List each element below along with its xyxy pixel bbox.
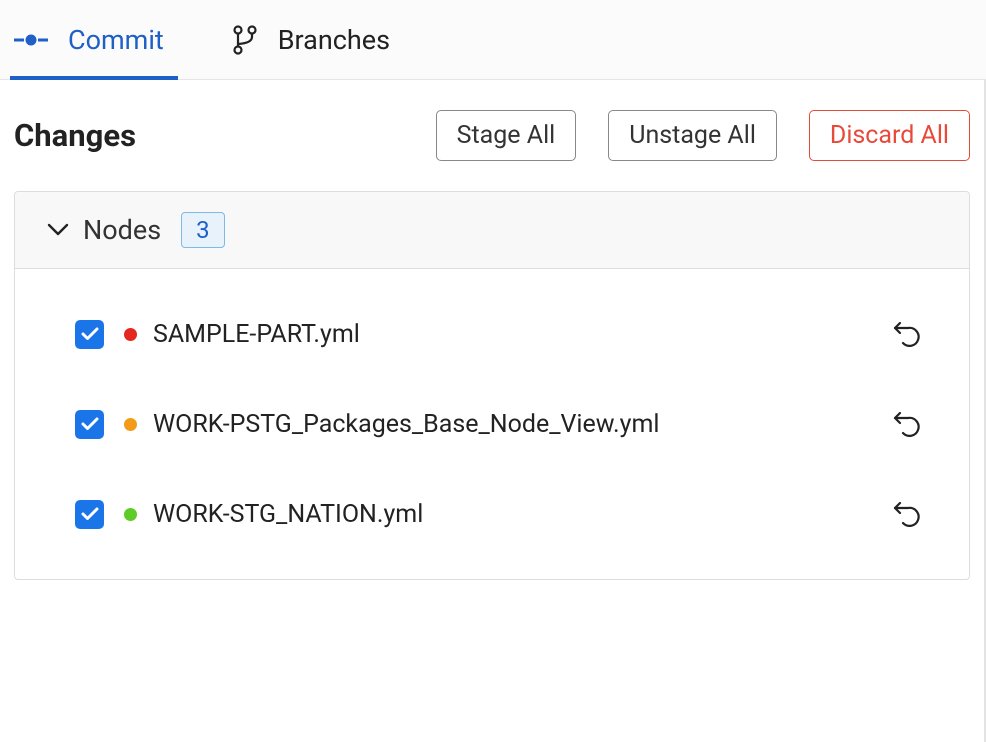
page-title: Changes: [14, 117, 136, 154]
revert-icon[interactable]: [891, 407, 921, 441]
chevron-down-icon: [47, 223, 69, 237]
file-checkbox[interactable]: [75, 320, 104, 349]
tabs-bar: Commit Branches: [0, 0, 986, 80]
file-name: WORK-PSTG_Packages_Base_Node_View.yml: [153, 410, 875, 439]
branch-icon: [232, 25, 258, 55]
changes-panel: Nodes 3 SAMPLE-PART.yml WORK-PSTG_Package…: [14, 191, 970, 580]
tab-commit[interactable]: Commit: [10, 0, 168, 80]
status-dot-icon: [124, 418, 137, 431]
actions-group: Stage All Unstage All Discard All: [436, 110, 970, 161]
status-dot-icon: [124, 328, 137, 341]
commit-icon: [14, 33, 48, 47]
revert-icon[interactable]: [891, 317, 921, 351]
unstage-all-button[interactable]: Unstage All: [608, 110, 777, 161]
tab-branches[interactable]: Branches: [228, 0, 394, 80]
file-row[interactable]: WORK-STG_NATION.yml: [15, 469, 969, 559]
stage-all-button[interactable]: Stage All: [436, 110, 577, 161]
discard-all-button[interactable]: Discard All: [809, 110, 970, 161]
status-dot-icon: [124, 508, 137, 521]
section-count-badge: 3: [181, 212, 225, 248]
file-row[interactable]: WORK-PSTG_Packages_Base_Node_View.yml: [15, 379, 969, 469]
section-header-nodes[interactable]: Nodes 3: [15, 192, 969, 269]
revert-icon[interactable]: [891, 497, 921, 531]
file-checkbox[interactable]: [75, 500, 104, 529]
file-name: WORK-STG_NATION.yml: [153, 500, 875, 529]
file-row[interactable]: SAMPLE-PART.yml: [15, 289, 969, 379]
tab-commit-label: Commit: [68, 24, 164, 56]
file-checkbox[interactable]: [75, 410, 104, 439]
tab-branches-label: Branches: [278, 24, 390, 56]
content-area: Changes Stage All Unstage All Discard Al…: [0, 80, 986, 742]
file-list: SAMPLE-PART.yml WORK-PSTG_Packages_Base_N…: [15, 269, 969, 579]
header-row: Changes Stage All Unstage All Discard Al…: [14, 110, 970, 191]
file-name: SAMPLE-PART.yml: [153, 320, 875, 349]
section-label: Nodes: [83, 214, 161, 246]
